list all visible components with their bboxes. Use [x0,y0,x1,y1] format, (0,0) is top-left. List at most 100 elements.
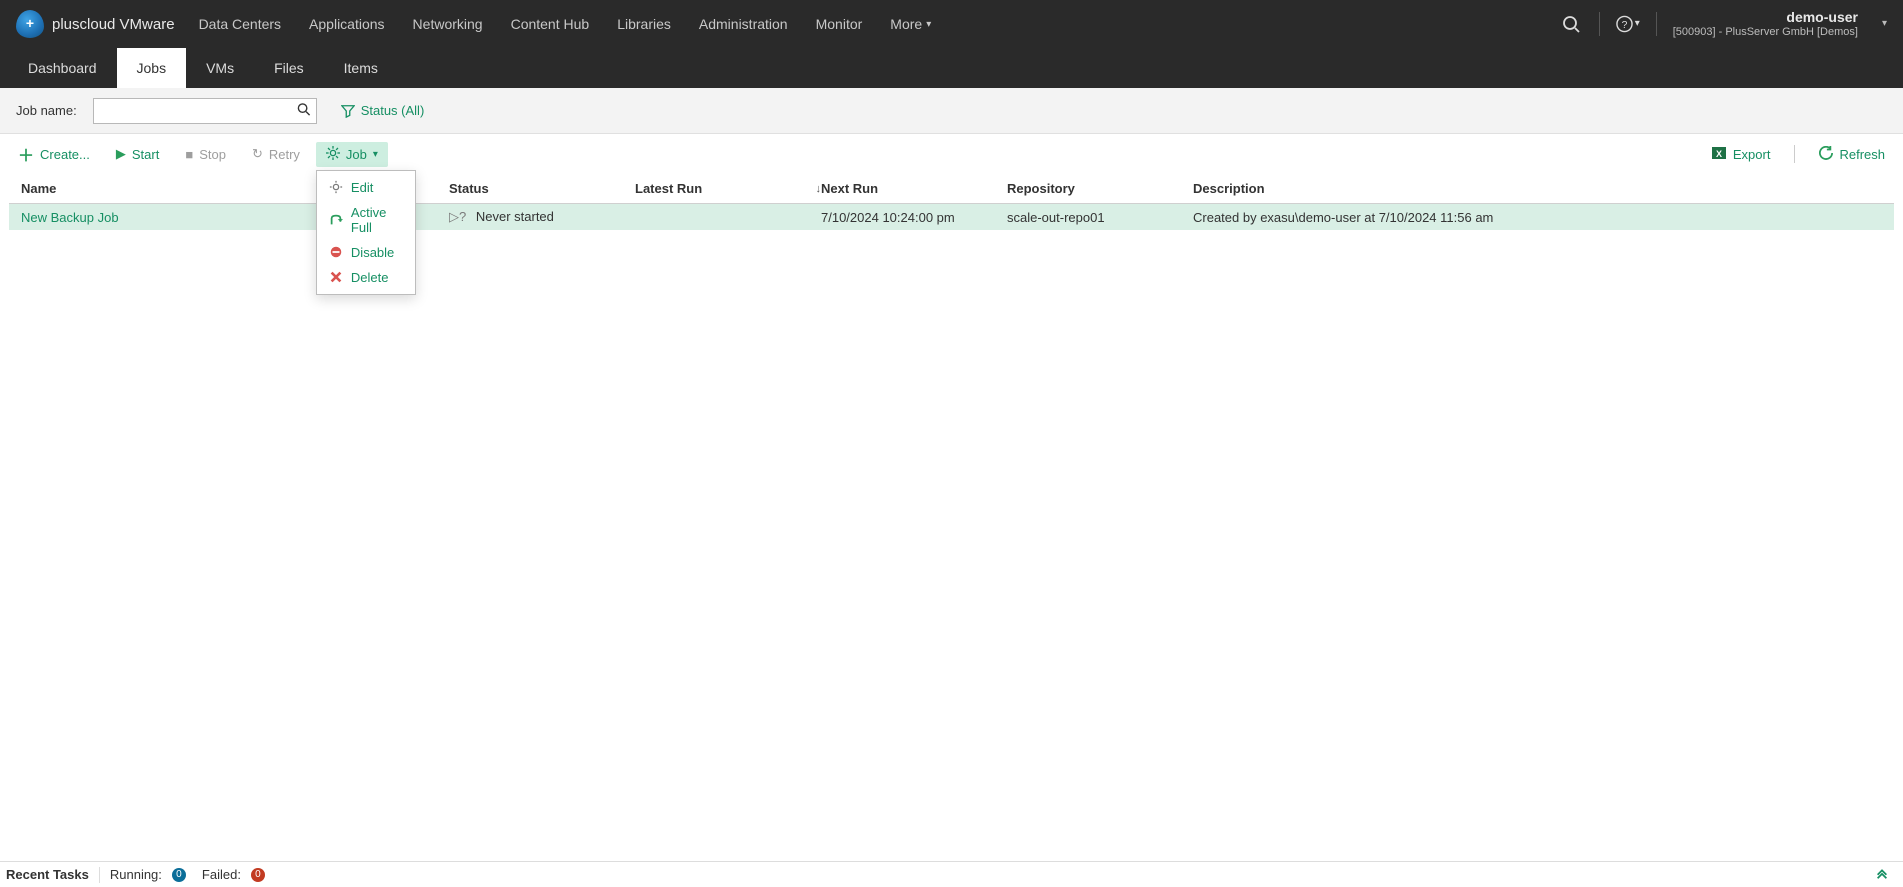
nav-content-hub[interactable]: Content Hub [511,16,590,32]
jobname-search [93,98,317,124]
col-next[interactable]: Next Run [821,181,1007,196]
stop-button: ■ Stop [175,143,236,166]
user-menu[interactable]: demo-user [500903] - PlusServer GmbH [De… [1673,9,1858,39]
toolbar: ＋ Create... ▶ Start ■ Stop ↻ Retry Job ▾… [0,134,1903,174]
create-button[interactable]: ＋ Create... [8,138,100,170]
separator [1794,145,1795,163]
status-filter-label: Status (All) [361,103,425,118]
active-full-icon [329,213,343,227]
nav-data-centers[interactable]: Data Centers [199,16,281,32]
col-latest-label: Latest Run [635,181,702,196]
chevron-down-icon: ▾ [373,149,378,160]
chevron-down-icon: ▾ [1635,18,1640,29]
col-latest[interactable]: Latest Run ↓ [635,181,821,196]
table-row[interactable]: New Backup Job ▷? Never started 7/10/202… [9,204,1894,230]
help-icon[interactable]: ? ▾ [1616,12,1640,36]
chevron-down-icon[interactable]: ▾ [1882,18,1887,29]
sub-nav: Dashboard Jobs VMs Files Items [0,48,1903,88]
failed-label: Failed: [202,867,241,882]
job-dropdown-button[interactable]: Job ▾ [316,142,388,167]
tab-items[interactable]: Items [324,48,398,88]
jobname-input[interactable] [93,98,317,124]
disable-icon [329,245,343,259]
jobs-table: Name Status Latest Run ↓ Next Run Reposi… [9,174,1894,230]
separator [1599,12,1600,36]
gear-icon [329,180,343,194]
menu-active-full[interactable]: Active Full [317,200,415,240]
separator [99,867,100,883]
running-label: Running: [110,867,162,882]
tab-dashboard[interactable]: Dashboard [8,48,117,88]
running-badge: 0 [172,868,186,882]
expand-icon[interactable] [1875,866,1897,883]
filter-bar: Job name: Status (All) [0,88,1903,134]
table-header: Name Status Latest Run ↓ Next Run Reposi… [9,174,1894,204]
refresh-label: Refresh [1839,147,1885,162]
refresh-icon [1819,146,1833,163]
brand[interactable]: pluscloud VMware [16,10,175,38]
menu-delete-label: Delete [351,270,389,285]
retry-icon: ↻ [252,146,263,162]
nav-monitor[interactable]: Monitor [816,16,863,32]
menu-edit-label: Edit [351,180,373,195]
export-button[interactable]: X Export [1701,141,1781,168]
cell-status-text: Never started [476,209,554,224]
start-label: Start [132,147,159,162]
stop-label: Stop [199,147,226,162]
top-nav: pluscloud VMware Data Centers Applicatio… [0,0,1903,48]
separator [1656,12,1657,36]
create-label: Create... [40,147,90,162]
menu-delete[interactable]: Delete [317,265,415,290]
brand-logo-icon [16,10,44,38]
cell-repo: scale-out-repo01 [1007,210,1193,225]
tab-files[interactable]: Files [254,48,324,88]
cell-next: 7/10/2024 10:24:00 pm [821,210,1007,225]
nav-more-label: More [890,16,922,32]
delete-icon [329,270,343,284]
menu-disable[interactable]: Disable [317,240,415,265]
nav-libraries[interactable]: Libraries [617,16,671,32]
never-started-icon: ▷? [449,209,466,224]
start-button[interactable]: ▶ Start [106,142,169,166]
svg-text:X: X [1716,149,1722,159]
nav-administration[interactable]: Administration [699,16,788,32]
menu-active-full-label: Active Full [351,205,403,235]
job-label: Job [346,147,367,162]
retry-label: Retry [269,147,300,162]
col-repo[interactable]: Repository [1007,181,1193,196]
cell-status: ▷? Never started [449,209,635,225]
brand-text: pluscloud VMware [52,16,175,33]
refresh-button[interactable]: Refresh [1809,142,1895,167]
menu-disable-label: Disable [351,245,394,260]
topnav-menu: Data Centers Applications Networking Con… [199,16,1559,32]
tab-jobs[interactable]: Jobs [117,48,187,88]
retry-button: ↻ Retry [242,142,310,166]
bottom-bar: Recent Tasks Running: 0 Failed: 0 [0,861,1903,887]
nav-applications[interactable]: Applications [309,16,385,32]
jobname-label: Job name: [16,103,77,118]
failed-badge: 0 [251,868,265,882]
cell-desc: Created by exasu\demo-user at 7/10/2024 … [1193,210,1882,225]
chevron-down-icon: ▾ [926,19,931,30]
export-label: Export [1733,147,1771,162]
tab-vms[interactable]: VMs [186,48,254,88]
menu-edit[interactable]: Edit [317,175,415,200]
user-org: [500903] - PlusServer GmbH [Demos] [1673,26,1858,39]
recent-tasks-label[interactable]: Recent Tasks [6,867,89,882]
col-status[interactable]: Status [449,181,635,196]
status-filter[interactable]: Status (All) [341,103,425,118]
excel-icon: X [1711,145,1727,164]
gear-icon [326,146,340,163]
plus-icon: ＋ [18,142,34,166]
job-dropdown-menu: Edit Active Full Disable Delete [316,170,416,295]
nav-more[interactable]: More ▾ [890,16,931,32]
topnav-right: ? ▾ demo-user [500903] - PlusServer GmbH… [1559,9,1887,39]
user-name: demo-user [1786,9,1858,26]
play-icon: ▶ [116,146,126,162]
svg-text:?: ? [1621,20,1627,31]
job-dropdown-wrap: Job ▾ Edit Active Full Disable [316,142,388,167]
nav-networking[interactable]: Networking [413,16,483,32]
col-desc[interactable]: Description [1193,181,1882,196]
stop-icon: ■ [185,147,193,162]
search-icon[interactable] [1559,12,1583,36]
